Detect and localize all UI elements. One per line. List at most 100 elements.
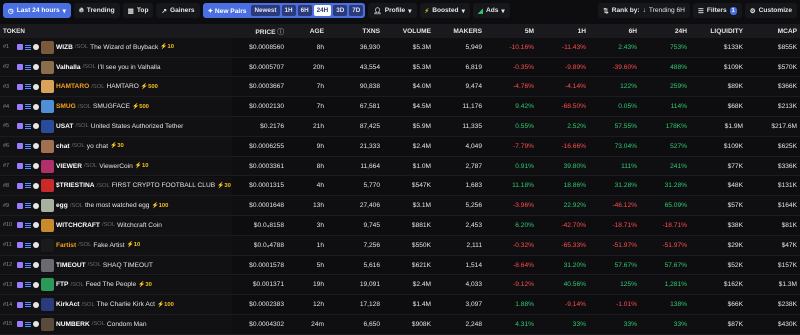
volume-cell: $621K: [411, 261, 431, 269]
price-cell: $0.0001315: [249, 182, 284, 190]
change-5m-cell: -4.76%: [513, 83, 534, 91]
table-row[interactable]: #14 KirkAct/SOL The Charlie Kirk Act ⚡100 $0…: [0, 295, 800, 315]
mcap-cell: $1.3M: [778, 281, 797, 289]
col-volume[interactable]: VOLUME: [380, 28, 431, 35]
volume-cell: $4.0M: [412, 83, 431, 91]
table-row[interactable]: #1 WIZB/SOL The Wizard of Buyback ⚡10 $0.000…: [0, 38, 800, 58]
token-avatar: [41, 298, 54, 312]
mcap-cell: $855K: [777, 43, 797, 51]
volume-cell: $550K: [411, 241, 431, 249]
table-row[interactable]: #12 TIMEOUT/SOL SHAQ TIMEOUT $0.0001578 5h 5,…: [0, 255, 800, 276]
mcap-cell: $366K: [777, 83, 797, 91]
price-cell: $0.0₄4788: [253, 241, 284, 249]
change-1h-cell: -11.43%: [561, 43, 586, 51]
txns-cell: 5,616: [363, 261, 380, 269]
col-mcap[interactable]: MCAP: [743, 28, 797, 35]
token-cell[interactable]: #12 TIMEOUT/SOL SHAQ TIMEOUT: [0, 255, 232, 275]
mcap-cell: $164K: [777, 202, 797, 210]
dex-icon: [25, 143, 31, 149]
token-cell[interactable]: #9 egg/SOL the most watched egg ⚡100: [0, 196, 232, 215]
col-5m[interactable]: 5M: [482, 28, 534, 35]
change-24h-cell: 65.09%: [664, 202, 687, 210]
customize-button[interactable]: ⚙ Customize: [744, 3, 797, 18]
table-row[interactable]: #5 USAT/SOL United States Authorized Tethe…: [0, 117, 800, 137]
filters-button[interactable]: ☰ Filters 1: [692, 3, 742, 18]
col-makers[interactable]: MAKERS: [431, 28, 482, 35]
col-price[interactable]: PRICE ⓘ: [232, 26, 284, 36]
token-cell[interactable]: #11 Fartist/SOL Fake Artist ⚡10: [0, 236, 232, 255]
rank-by-dropdown[interactable]: ⇅ Rank by: ↓ Trending 6H: [598, 3, 690, 18]
col-age[interactable]: AGE: [284, 28, 324, 35]
ads-filter[interactable]: ◢ Ads ▾: [472, 3, 510, 18]
token-cell[interactable]: #10 WITCHCRAFT/SOL Witchcraft Coin: [0, 216, 232, 235]
token-symbol: NUMBERK: [56, 320, 90, 328]
chevron-down-icon: ▾: [461, 7, 465, 15]
gainers-button[interactable]: ↗ Gainers: [156, 3, 200, 18]
table-row[interactable]: #6 chat/SOL yo chat ⚡30 $0.0006255 9h 21,333 $2…: [0, 137, 800, 157]
table-row[interactable]: #11 Fartist/SOL Fake Artist ⚡10 $0.0₄4788 1h 7…: [0, 236, 800, 256]
change-6h-cell: 73.04%: [614, 142, 637, 150]
mcap-cell: $157K: [777, 261, 797, 269]
table-row[interactable]: #4 SMUG/SOL SMUGFACE ⚡500 $0.0002130 7h 67,581…: [0, 97, 800, 117]
change-1h-cell: -4.14%: [565, 83, 586, 91]
token-name: ViewerCoin: [99, 162, 133, 170]
boosted-filter[interactable]: ⚡︎ Boosted ▾: [419, 3, 470, 18]
tf-7d[interactable]: 7D: [349, 5, 364, 16]
pump-icon: [33, 222, 39, 229]
boost-badge: ⚡500: [132, 103, 149, 110]
table-row[interactable]: #2 Valhalla/SOL I'll see you in Valhalla $0…: [0, 57, 800, 78]
volume-cell: $1.4M: [412, 301, 431, 309]
change-1h-cell: 33%: [572, 320, 586, 328]
token-cell[interactable]: #1 WIZB/SOL The Wizard of Buyback ⚡10: [0, 38, 232, 57]
table-row[interactable]: #15 NUMBERK/SOL Condom Man $0.0004302 24m 6,6…: [0, 315, 800, 335]
timeframe-dropdown[interactable]: ◷ Last 24 hours ▾: [3, 3, 71, 18]
tf-3d[interactable]: 3D: [333, 5, 348, 16]
table-row[interactable]: #10 WITCHCRAFT/SOL Witchcraft Coin $0.0₄815…: [0, 216, 800, 236]
new-pairs-button[interactable]: ✦ New Pairs: [205, 7, 250, 15]
token-name: HAMTARO: [106, 83, 139, 91]
token-cell[interactable]: #15 NUMBERK/SOL Condom Man: [0, 315, 232, 334]
txns-cell: 90,838: [359, 83, 380, 91]
top-button[interactable]: ▥ Top: [122, 3, 154, 18]
newest-button[interactable]: Newest: [251, 5, 280, 16]
change-1h-cell: 31.20%: [563, 261, 586, 269]
pump-icon: [33, 123, 39, 130]
col-txns[interactable]: TXNS: [324, 28, 380, 35]
token-cell[interactable]: #7 VIEWER/SOL ViewerCoin ⚡10: [0, 156, 232, 176]
token-cell[interactable]: #5 USAT/SOL United States Authorized Tethe…: [0, 117, 232, 136]
col-liquidity[interactable]: LIQUIDITY: [687, 28, 743, 35]
change-1h-cell: 22.92%: [563, 202, 586, 210]
rank-label: #3: [3, 83, 10, 90]
tf-6h[interactable]: 6H: [297, 5, 312, 16]
change-5m-cell: 6.20%: [515, 221, 534, 229]
token-name: Condom Man: [106, 320, 147, 328]
col-24h[interactable]: 24H: [637, 28, 687, 35]
tf-24h[interactable]: 24H: [313, 5, 332, 16]
table-row[interactable]: #13 FTP/SOL Feed The People ⚡30 $0.001371 19h…: [0, 275, 800, 296]
profile-filter[interactable]: 👤︎ Profile ▾: [368, 3, 417, 18]
rank-label: #5: [3, 123, 10, 130]
trending-button[interactable]: 🔥︎ Trending: [73, 3, 120, 18]
table-row[interactable]: #3 HAMTARO/SOL HAMTARO ⚡500 $0.0003667 7h 90,8…: [0, 77, 800, 98]
token-cell[interactable]: #13 FTP/SOL Feed The People ⚡30: [0, 275, 232, 295]
token-cell[interactable]: #2 Valhalla/SOL I'll see you in Valhalla: [0, 57, 232, 77]
col-1h[interactable]: 1H: [534, 28, 586, 35]
pump-icon: [33, 262, 39, 269]
quote-symbol: /SOL: [78, 242, 92, 249]
table-row[interactable]: #8 $TRIESTINA/SOL FIRST CRYPTO FOOTBALL CL…: [0, 176, 800, 197]
col-token[interactable]: TOKEN: [0, 28, 232, 35]
token-symbol: WIZB: [56, 43, 73, 51]
table-row[interactable]: #7 VIEWER/SOL ViewerCoin ⚡10 $0.0003361 8h 11,…: [0, 156, 800, 177]
change-5m-cell: -9.12%: [513, 281, 534, 289]
token-cell[interactable]: #6 chat/SOL yo chat ⚡30: [0, 137, 232, 156]
quote-symbol: /SOL: [71, 143, 85, 150]
token-cell[interactable]: #4 SMUG/SOL SMUGFACE ⚡500: [0, 97, 232, 116]
token-cell[interactable]: #3 HAMTARO/SOL HAMTARO ⚡500: [0, 77, 232, 97]
token-cell[interactable]: #8 $TRIESTINA/SOL FIRST CRYPTO FOOTBALL CL…: [0, 176, 232, 196]
table-row[interactable]: #9 egg/SOL the most watched egg ⚡100 $0.0001…: [0, 196, 800, 216]
token-cell[interactable]: #14 KirkAct/SOL The Charlie Kirk Act ⚡100: [0, 295, 232, 314]
col-6h[interactable]: 6H: [586, 28, 637, 35]
liquidity-cell: $29K: [727, 241, 743, 249]
tf-1h[interactable]: 1H: [281, 5, 296, 16]
dex-icon: [25, 222, 31, 228]
